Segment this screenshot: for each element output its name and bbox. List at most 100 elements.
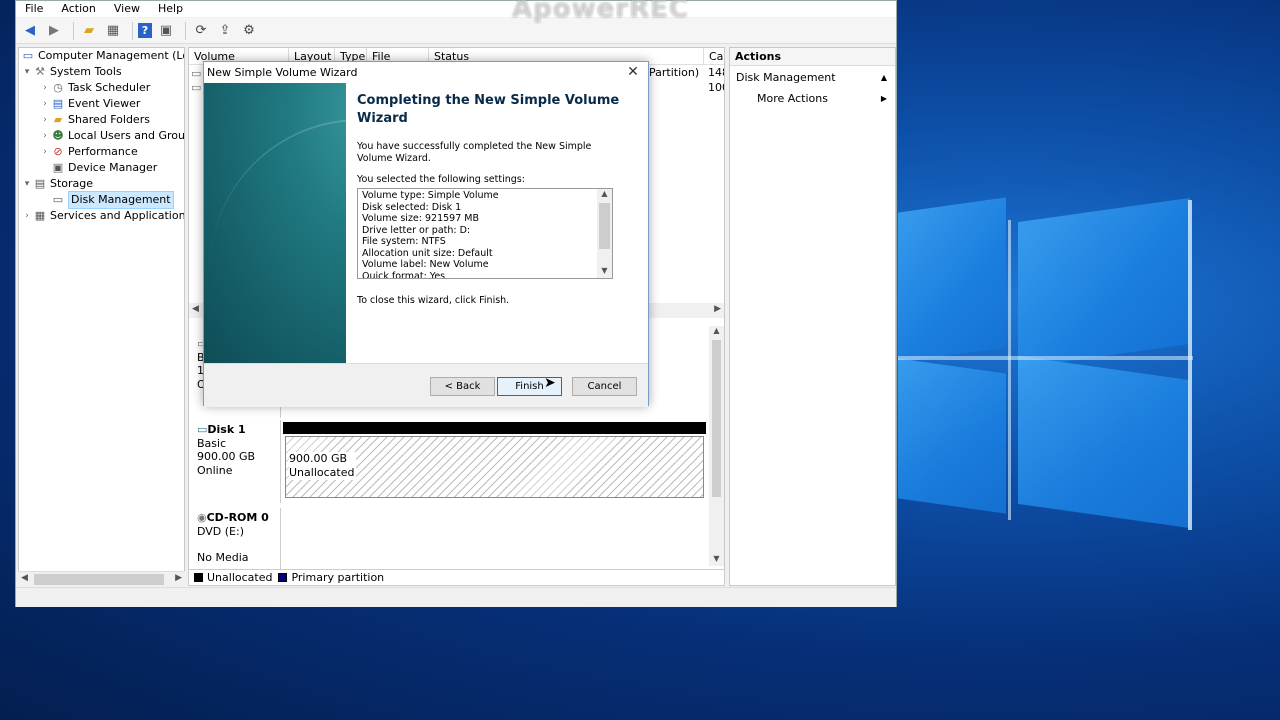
scroll-right-icon[interactable]: ▶ — [175, 573, 182, 583]
tree-item-label: Storage — [50, 177, 94, 190]
scroll-down-icon[interactable]: ▼ — [709, 554, 724, 566]
tree-item-device-manager[interactable]: ▣ Device Manager — [39, 160, 158, 176]
menu-file[interactable]: File — [16, 1, 52, 17]
scroll-up-icon[interactable]: ▲ — [709, 326, 724, 338]
tree-item-label: Shared Folders — [68, 113, 150, 126]
chevron-down-icon[interactable]: ▾ — [21, 176, 33, 192]
storage-icon: ▤ — [34, 177, 46, 190]
actions-section-disk-management[interactable]: Disk Management ▲ — [730, 69, 895, 87]
chevron-right-icon[interactable]: › — [39, 128, 51, 144]
tree-item-services[interactable]: › ▦ Services and Applications — [21, 208, 185, 224]
menu-help[interactable]: Help — [149, 1, 192, 17]
cdrom-name: CD-ROM 0 — [206, 511, 269, 524]
properties-icon[interactable]: ▦ — [103, 21, 123, 41]
help-icon[interactable]: ? — [138, 23, 152, 38]
tree-item-storage[interactable]: ▾ ▤ Storage — [21, 176, 93, 192]
tree-item-system-tools[interactable]: ▾ ⚒ System Tools — [21, 64, 122, 80]
scrollbar-thumb[interactable] — [34, 574, 164, 585]
forward-arrow-icon[interactable]: ▶ — [44, 21, 64, 41]
performance-icon: ⊘ — [53, 145, 63, 158]
volume-status-cell: Partition) — [649, 66, 700, 79]
chevron-down-icon[interactable]: ▾ — [21, 64, 33, 80]
settings-icon[interactable]: ⚙ — [239, 21, 259, 41]
scrollbar-thumb[interactable] — [712, 340, 721, 497]
tree-item-label: Performance — [68, 145, 138, 158]
settings-line: Quick format: Yes — [362, 270, 446, 279]
back-arrow-icon[interactable]: ◀ — [20, 21, 40, 41]
tree-item-performance[interactable]: › ⊘ Performance — [39, 144, 138, 160]
scrollbar-thumb[interactable] — [599, 203, 610, 249]
chevron-right-icon[interactable]: › — [39, 144, 51, 160]
disk-list-vertical-scrollbar[interactable]: ▲ ▼ — [709, 326, 724, 566]
windows-logo-pane — [898, 358, 1006, 514]
cancel-button[interactable]: Cancel — [572, 377, 637, 396]
chevron-right-icon[interactable]: › — [39, 96, 51, 112]
settings-summary-box[interactable]: Volume type: Simple Volume Disk selected… — [357, 188, 613, 279]
scroll-left-icon[interactable]: ◀ — [21, 573, 28, 583]
scroll-up-icon[interactable]: ▲ — [597, 189, 612, 201]
device-manager-icon: ▣ — [52, 161, 64, 174]
export-icon[interactable]: ⇪ — [215, 21, 235, 41]
tree-item-root[interactable]: ▭ Computer Management (Local — [21, 48, 184, 64]
partition-status: Unallocated — [289, 466, 355, 479]
chevron-right-icon[interactable]: › — [39, 112, 51, 128]
back-button[interactable]: < Back — [430, 377, 495, 396]
more-actions-item[interactable]: More Actions ▶ — [730, 90, 895, 108]
console-tree: ▭ Computer Management (Local ▾ ⚒ System … — [18, 47, 185, 586]
actions-header: Actions — [730, 48, 895, 66]
legend-primary: Primary partition — [291, 571, 385, 584]
tree-item-label: Event Viewer — [68, 97, 141, 110]
settings-vertical-scrollbar[interactable]: ▲ ▼ — [597, 189, 612, 278]
settings-line: File system: NTFS — [362, 236, 446, 247]
column-capacity[interactable]: Cap — [704, 48, 724, 65]
tree-item-task-scheduler[interactable]: › ◷ Task Scheduler — [39, 80, 150, 96]
disk1-label[interactable]: ▭Disk 1 Basic 900.00 GB Online — [189, 420, 281, 503]
volume-icon: ▭ — [191, 81, 202, 94]
windows-logo-pane — [898, 197, 1006, 363]
legend-unallocated: Unallocated — [207, 571, 273, 584]
tree-item-label: System Tools — [50, 65, 122, 78]
scroll-left-icon[interactable]: ◀ — [192, 304, 199, 314]
tree-horizontal-scrollbar[interactable]: ◀ ▶ — [18, 571, 185, 586]
settings-line: Volume size: 921597 MB — [362, 213, 479, 224]
settings-line: Volume type: Simple Volume — [362, 190, 499, 201]
windows-logo-pane — [1018, 197, 1190, 369]
chevron-right-icon[interactable]: › — [39, 80, 51, 96]
tree-item-event-viewer[interactable]: › ▤ Event Viewer — [39, 96, 140, 112]
users-icon: ☻ — [52, 129, 64, 142]
clock-icon: ◷ — [53, 81, 63, 94]
actions-section-label: Disk Management — [736, 71, 836, 84]
logo-light-beam — [1188, 200, 1192, 530]
partition-size: 900.00 GB — [289, 452, 348, 465]
cdrom-media: No Media — [197, 551, 249, 564]
menu-bar: File Action View Help — [16, 1, 896, 17]
chevron-right-icon: ▶ — [880, 94, 887, 103]
refresh-icon[interactable]: ⟳ — [191, 21, 211, 41]
scroll-down-icon[interactable]: ▼ — [597, 266, 612, 278]
shared-folder-icon: ▰ — [53, 113, 63, 126]
collapse-up-icon[interactable]: ▲ — [881, 69, 887, 87]
event-log-icon: ▤ — [52, 97, 64, 110]
disk-legend: Unallocated Primary partition — [188, 569, 725, 586]
unallocated-swatch — [194, 573, 203, 582]
cdrom-icon: ◉ — [197, 511, 207, 524]
chevron-right-icon[interactable]: › — [21, 208, 33, 224]
menu-view[interactable]: View — [105, 1, 149, 17]
tree-item-label: Services and Applications — [50, 209, 185, 222]
settings-line: Drive letter or path: D: — [362, 224, 471, 236]
disk1-state: Online — [197, 463, 233, 477]
mouse-cursor-icon: ➤ — [544, 375, 556, 391]
settings-line: Disk selected: Disk 1 — [362, 201, 462, 213]
tree-item-local-users[interactable]: › ☻ Local Users and Groups — [39, 128, 184, 144]
menu-action[interactable]: Action — [52, 1, 104, 17]
disk1-unallocated-partition[interactable]: 900.00 GB Unallocated — [285, 436, 704, 498]
scroll-right-icon[interactable]: ▶ — [714, 304, 721, 314]
tree-item-disk-management[interactable]: ▭ Disk Management — [39, 191, 174, 209]
logo-light-beam — [898, 356, 1193, 360]
show-hide-icon[interactable]: ▣ — [156, 21, 176, 41]
cdrom-label[interactable]: ◉CD-ROM 0 DVD (E:) No Media — [189, 508, 281, 570]
tree-item-shared-folders[interactable]: › ▰ Shared Folders — [39, 112, 150, 128]
windows-logo-pane — [1018, 355, 1190, 529]
close-icon[interactable]: ✕ — [624, 63, 642, 81]
folder-up-icon[interactable]: ▰ — [79, 21, 99, 41]
